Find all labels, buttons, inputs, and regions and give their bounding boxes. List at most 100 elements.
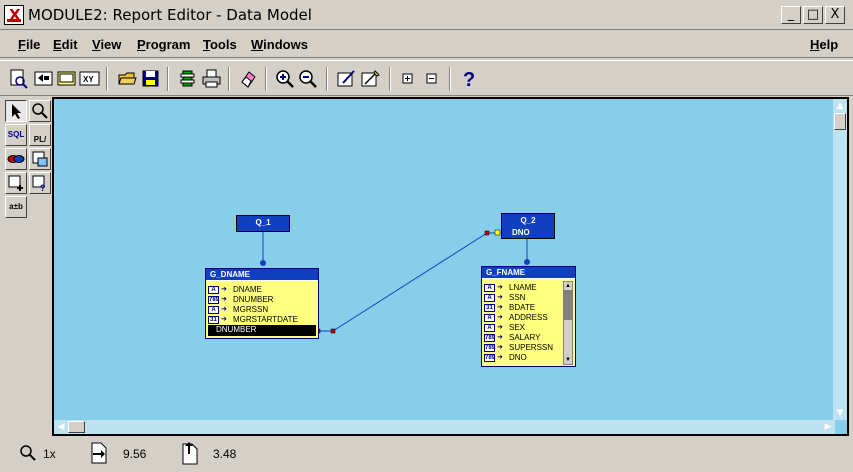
app-icon[interactable] xyxy=(4,5,24,25)
group-column[interactable]: 31 ➜ BDATE xyxy=(484,303,560,313)
scroll-down-icon[interactable]: ▼ xyxy=(833,406,847,420)
zoom-level: 1x xyxy=(43,447,56,461)
query-group-connector xyxy=(260,260,266,266)
menu-view[interactable]: View xyxy=(92,37,121,52)
title-bar: MODULE2: Report Editor - Data Model _ □ … xyxy=(0,0,853,30)
number-type-icon: 789 xyxy=(484,344,496,352)
eraser-icon[interactable] xyxy=(238,68,259,89)
summary-column-tool-button[interactable]: a±b xyxy=(5,196,27,218)
horizontal-scrollbar[interactable]: ◀ ▶ xyxy=(54,420,835,434)
arrow-right-icon: ➜ xyxy=(221,306,227,313)
group-column[interactable]: 789 ➜ SUPERSSN xyxy=(484,343,560,353)
toolbar-separator xyxy=(106,67,108,91)
char-type-icon: A xyxy=(484,324,495,332)
toolbar-separator xyxy=(265,67,267,91)
link-handle[interactable] xyxy=(484,230,490,236)
xy-icon[interactable]: XY xyxy=(79,68,100,89)
vertical-scrollbar[interactable]: ▲ ▼ xyxy=(833,99,847,420)
group-column[interactable]: A ➜ MGRSSN xyxy=(208,305,316,315)
select-tool-button[interactable] xyxy=(5,100,27,122)
column-name: ADDRESS xyxy=(509,313,548,322)
svg-text:?: ? xyxy=(40,183,46,193)
scroll-up-icon[interactable]: ▲ xyxy=(833,99,847,113)
arrow-right-icon: ➜ xyxy=(221,286,227,293)
arrow-pointer-icon xyxy=(12,104,21,119)
link-lines xyxy=(260,229,530,334)
magnify-tool-button[interactable] xyxy=(29,100,51,122)
collapse-icon[interactable] xyxy=(421,68,442,89)
vertical-scroll-thumb[interactable] xyxy=(834,113,846,130)
menu-file[interactable]: File xyxy=(18,37,40,52)
menu-program[interactable]: Program xyxy=(137,37,190,52)
arrow-right-icon: ➜ xyxy=(497,344,503,351)
number-type-icon: 789 xyxy=(208,296,220,304)
group-scrollbar[interactable]: ▲ ▼ xyxy=(563,281,573,365)
arrow-right-icon: ➜ xyxy=(497,324,503,331)
expand-icon[interactable] xyxy=(397,68,418,89)
group-column[interactable]: 789 ➜ DNO xyxy=(484,353,560,363)
database-column-tool-button[interactable] xyxy=(29,148,51,170)
toolbar-separator xyxy=(326,67,328,91)
arrow-right-icon: ➜ xyxy=(497,294,503,301)
maximize-button[interactable]: □ xyxy=(803,6,823,24)
query-q2[interactable]: Q_2 DNO xyxy=(501,213,555,239)
save-icon[interactable] xyxy=(140,68,161,89)
selected-column[interactable]: DNUMBER xyxy=(208,325,316,336)
add-column-icon xyxy=(8,175,23,191)
minimize-button[interactable]: _ xyxy=(781,6,801,24)
group-column[interactable]: A ➜ DNAME xyxy=(208,285,316,295)
group-column[interactable]: 31 ➜ MGRSTARTDATE xyxy=(208,315,316,325)
menu-help[interactable]: Help xyxy=(810,37,838,52)
run-icon[interactable] xyxy=(177,68,198,89)
scroll-right-icon[interactable]: ▶ xyxy=(821,420,835,434)
menu-edit[interactable]: Edit xyxy=(53,37,78,52)
link-tool-button[interactable] xyxy=(5,148,27,170)
data-model-canvas[interactable]: Q_1 Q_2 DNO G_DNAME A ➜ DNAME 789 ➜ DNUM… xyxy=(52,97,849,436)
column-name: DNO xyxy=(509,353,527,362)
scroll-thumb[interactable] xyxy=(564,290,572,320)
close-button[interactable]: X xyxy=(825,6,845,24)
formula-column-tool-button[interactable] xyxy=(5,172,27,194)
group-column[interactable]: A ➜ SEX xyxy=(484,323,560,333)
scroll-left-icon[interactable]: ◀ xyxy=(54,420,68,434)
placeholder-column-tool-button[interactable]: ? xyxy=(29,172,51,194)
column-name: DNUMBER xyxy=(233,295,274,304)
number-type-icon: 789 xyxy=(484,334,496,342)
open-icon[interactable] xyxy=(117,68,138,89)
group-column[interactable]: 789 ➜ DNUMBER xyxy=(208,295,316,305)
link-handle[interactable] xyxy=(494,229,501,236)
menu-bar: File Edit View Program Tools Windows Hel… xyxy=(0,30,853,58)
toolbar-separator xyxy=(167,67,169,91)
group-column[interactable]: A ➜ LNAME xyxy=(484,283,560,293)
menu-windows[interactable]: Windows xyxy=(251,37,308,52)
menu-tools[interactable]: Tools xyxy=(203,37,237,52)
scroll-down-icon[interactable]: ▼ xyxy=(564,356,572,364)
group-g-fname[interactable]: G_FNAME A ➜ LNAME A ➜ SSN 31 ➜ BDATE A ➜… xyxy=(481,266,576,367)
y-position-value: 3.48 xyxy=(213,447,237,461)
print-icon[interactable] xyxy=(201,68,222,89)
query-q1[interactable]: Q_1 xyxy=(236,215,290,232)
next-icon[interactable] xyxy=(56,68,77,89)
query-title: Q_1 xyxy=(255,218,271,227)
help-icon[interactable]: ? xyxy=(458,68,479,89)
group-g-dname[interactable]: G_DNAME A ➜ DNAME 789 ➜ DNUMBER A ➜ MGRS… xyxy=(205,268,319,339)
x-position-value: 9.56 xyxy=(123,447,147,461)
previous-icon[interactable] xyxy=(33,68,54,89)
horizontal-scroll-thumb[interactable] xyxy=(68,421,85,433)
group-column[interactable]: A ➜ SSN xyxy=(484,293,560,303)
date-type-icon: 31 xyxy=(208,316,219,324)
pen-icon[interactable] xyxy=(360,68,381,89)
group-column[interactable]: 789 ➜ SALARY xyxy=(484,333,560,343)
database-column-icon xyxy=(32,151,48,167)
status-bar: 1x 9.56 3.48 xyxy=(0,436,853,472)
group-column[interactable]: A ➜ ADDRESS xyxy=(484,313,560,323)
link-handle[interactable] xyxy=(330,328,336,334)
preview-icon[interactable] xyxy=(8,68,29,89)
edit-icon[interactable] xyxy=(336,68,357,89)
arrow-right-icon: ➜ xyxy=(497,334,503,341)
plsql-tool-button[interactable]: PL/ SQL xyxy=(29,124,51,146)
sql-query-tool-button[interactable]: SQL xyxy=(5,124,27,146)
zoom-in-icon[interactable] xyxy=(274,68,295,89)
scroll-up-icon[interactable]: ▲ xyxy=(564,282,572,290)
zoom-out-icon[interactable] xyxy=(297,68,318,89)
